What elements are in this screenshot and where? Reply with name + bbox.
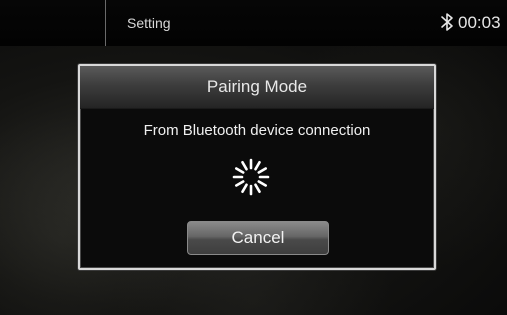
status-bar: Setting 00:03	[0, 0, 507, 46]
status-bar-divider	[105, 0, 106, 46]
clock: 00:03	[458, 13, 501, 32]
cancel-button[interactable]: Cancel	[187, 221, 329, 255]
loading-spinner-icon	[232, 158, 270, 196]
screen-title: Setting	[127, 15, 171, 31]
dialog-message: From Bluetooth device connection	[143, 122, 371, 139]
dialog-title: Pairing Mode	[206, 77, 308, 96]
bluetooth-icon	[441, 13, 453, 31]
screen: Setting 00:03 Pairing Mode From Bluetoot…	[0, 0, 507, 315]
dialog-header: Pairing Mode	[80, 66, 434, 109]
pairing-dialog: Pairing Mode From Bluetooth device conne…	[78, 64, 436, 270]
